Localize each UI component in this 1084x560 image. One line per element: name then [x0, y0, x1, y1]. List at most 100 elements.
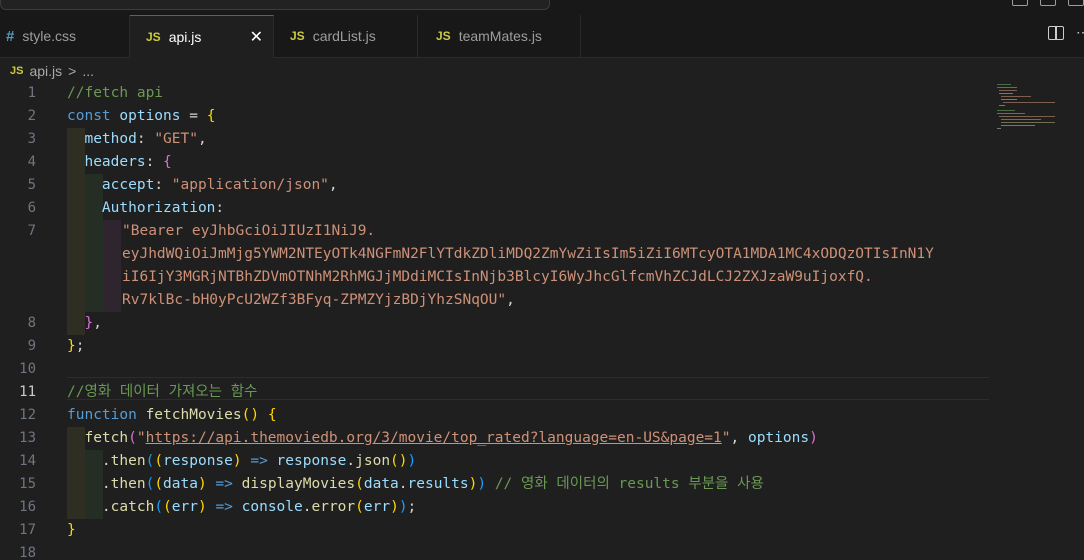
- tab-bar: # style.css JS api.js ✕ JS cardList.js J…: [0, 15, 1084, 58]
- code-line: "Bearer eyJhbGciOiJIUzI1NiJ9.: [122, 220, 375, 243]
- line-number: 9: [27, 338, 36, 354]
- code-line: //fetch api: [67, 82, 163, 105]
- code-line: },: [84, 315, 102, 331]
- command-center[interactable]: [0, 0, 550, 10]
- line-number: 16: [19, 499, 36, 515]
- function-name: fetch: [84, 430, 129, 446]
- code-line: .catch((err) => console.error(err));: [101, 499, 417, 515]
- split-editor-icon[interactable]: [1048, 26, 1064, 40]
- property: accept: [101, 177, 155, 193]
- function-name: displayMovies: [241, 476, 356, 492]
- string: iI6IjY3MGRjNTBhZDVmOTNhM2RhMGJjMDdiMCIsI…: [122, 269, 873, 285]
- variable: data: [363, 476, 399, 492]
- breadcrumb-rest[interactable]: ...: [82, 63, 94, 79]
- code-line: method: "GET",: [84, 131, 207, 147]
- layout-icon[interactable]: [1040, 0, 1056, 6]
- code-line: };: [67, 338, 85, 354]
- line-number: 4: [27, 154, 36, 170]
- comment: // 영화 데이터의 results 부분을 사용: [494, 476, 764, 492]
- property: results: [407, 476, 469, 492]
- code-line: .then((response) => response.json()): [101, 453, 417, 469]
- code-line: function fetchMovies() {: [67, 407, 277, 423]
- function-name: fetchMovies: [145, 407, 242, 423]
- string: eyJhdWQiOiJmMjg5YWM2NTEyOTk4NGFmN2FlYTdk…: [122, 246, 934, 262]
- method: catch: [110, 499, 155, 515]
- indent-guide: [103, 220, 121, 312]
- js-file-icon: JS: [436, 29, 451, 43]
- line-number: 5: [27, 177, 36, 193]
- code-line: accept: "application/json",: [101, 177, 338, 193]
- property: headers: [84, 154, 146, 170]
- parameter: data: [163, 476, 198, 492]
- tab-style-css[interactable]: # style.css: [0, 15, 130, 57]
- code-line: Authorization:: [101, 200, 225, 216]
- line-number: 8: [27, 315, 36, 331]
- line-number: 12: [19, 407, 36, 423]
- code-line: //영화 데이터 가져오는 함수: [67, 381, 257, 404]
- js-file-icon: JS: [290, 29, 305, 43]
- line-number: 18: [19, 545, 36, 560]
- chevron-right-icon: >: [68, 63, 77, 79]
- js-file-icon: JS: [146, 30, 161, 44]
- more-actions-icon[interactable]: ⋯: [1076, 24, 1084, 41]
- variable: options: [747, 430, 810, 446]
- method: json: [355, 453, 391, 469]
- minimap[interactable]: [995, 84, 1055, 134]
- line-number: 3: [27, 131, 36, 147]
- line-number: 10: [19, 361, 36, 377]
- breadcrumb-file[interactable]: api.js: [29, 63, 62, 79]
- string: "GET": [154, 131, 198, 147]
- line-number: 6: [27, 200, 36, 216]
- comment: //영화 데이터 가져오는 함수: [67, 384, 258, 400]
- property: method: [84, 131, 137, 147]
- code-line-wrapped: eyJhdWQiOiJmMjg5YWM2NTEyOTk4NGFmN2FlYTdk…: [122, 243, 934, 266]
- line-number: 7: [27, 223, 36, 239]
- method: error: [311, 499, 356, 515]
- line-number-current: 11: [19, 384, 36, 400]
- variable: options: [119, 108, 181, 124]
- parameter: err: [171, 499, 198, 515]
- url-link[interactable]: https://api.themoviedb.org/3/movie/top_r…: [146, 430, 722, 446]
- line-number: 1: [27, 85, 36, 101]
- property: Authorization: [101, 200, 216, 216]
- line-number: 13: [19, 430, 36, 446]
- method: then: [110, 476, 146, 492]
- comment: //fetch api: [67, 85, 164, 101]
- string: Rv7klBc-bH0yPcU2WZf3BFyq-ZPMZYjzBDjYhzSN…: [122, 292, 507, 308]
- tab-api-js[interactable]: JS api.js ✕: [130, 15, 274, 58]
- code-line: const options = {: [67, 108, 216, 124]
- variable: err: [363, 499, 391, 515]
- line-number: 14: [19, 453, 36, 469]
- line-number: 2: [27, 108, 36, 124]
- window-controls: [1012, 0, 1084, 6]
- tab-label: teamMates.js: [458, 28, 542, 44]
- parameter: response: [163, 453, 233, 469]
- tab-label: api.js: [168, 29, 202, 45]
- keyword: const: [67, 108, 111, 124]
- tab-teammates-js[interactable]: JS teamMates.js: [418, 15, 581, 57]
- variable: console: [241, 499, 303, 515]
- string: "Bearer eyJhbGciOiJIUzI1NiJ9.: [122, 223, 376, 239]
- code-line: fetch("https://api.themoviedb.org/3/movi…: [84, 430, 818, 446]
- code-line: }: [67, 522, 76, 538]
- title-bar: [0, 0, 1084, 15]
- method: then: [110, 453, 146, 469]
- tab-label: cardList.js: [312, 28, 376, 44]
- variable: response: [276, 453, 347, 469]
- tab-cardlist-js[interactable]: JS cardList.js: [274, 15, 418, 57]
- code-line-wrapped: Rv7klBc-bH0yPcU2WZf3BFyq-ZPMZYjzBDjYhzSN…: [122, 292, 515, 308]
- layout-icon[interactable]: [1068, 0, 1084, 6]
- close-icon[interactable]: ✕: [250, 27, 263, 47]
- line-number: 15: [19, 476, 36, 492]
- vscode-window: # style.css JS api.js ✕ JS cardList.js J…: [0, 0, 1084, 560]
- css-file-icon: #: [6, 27, 15, 45]
- string: "application/json": [171, 177, 329, 193]
- code-editor[interactable]: 1 2 3 4 5 6 7 8 9 10 11 12 13 14 15 16 1…: [0, 82, 1084, 560]
- tab-label: style.css: [22, 28, 77, 44]
- code-line: .then((data) => displayMovies(data.resul…: [101, 476, 764, 492]
- layout-icon[interactable]: [1012, 0, 1028, 6]
- breadcrumb: JS api.js > ...: [10, 60, 94, 82]
- code-line-wrapped: iI6IjY3MGRjNTBhZDVmOTNhM2RhMGJjMDdiMCIsI…: [122, 266, 873, 289]
- code-line: headers: {: [84, 154, 172, 170]
- line-number: 17: [19, 522, 36, 538]
